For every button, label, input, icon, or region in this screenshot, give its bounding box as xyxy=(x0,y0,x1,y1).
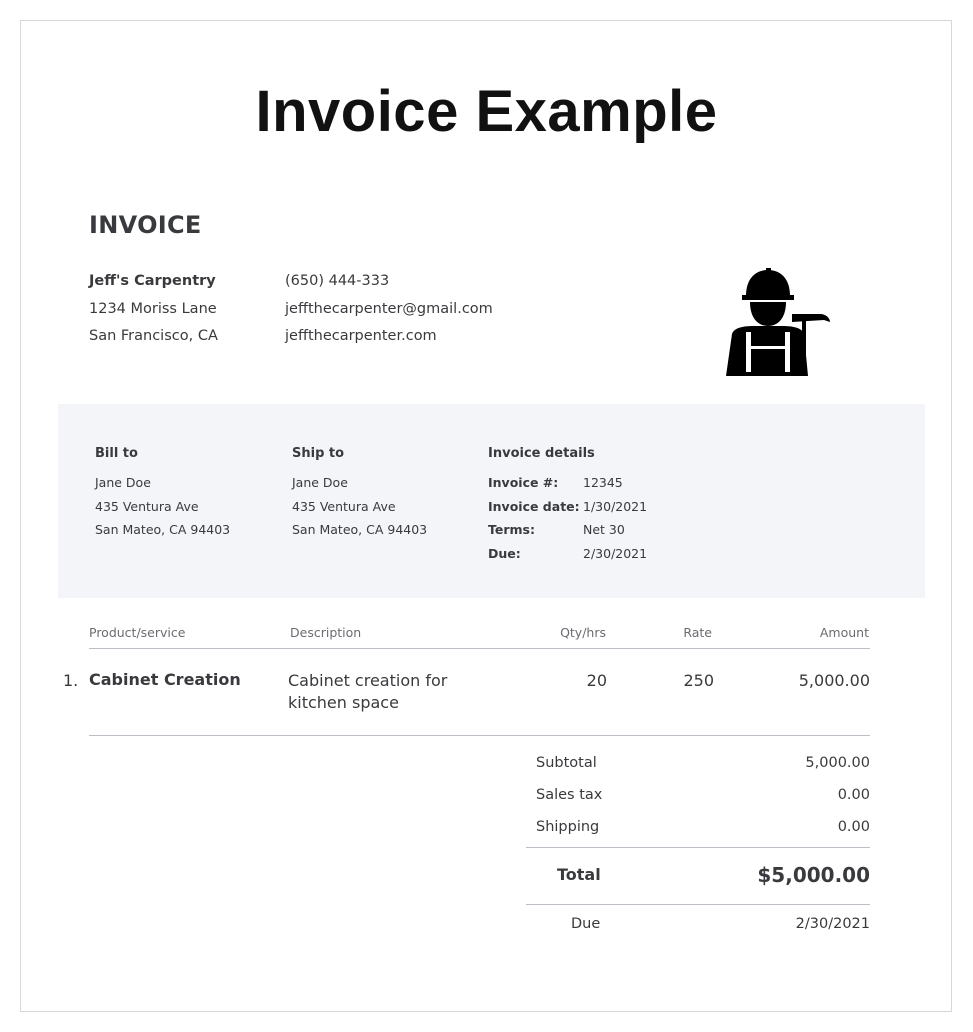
total-divider xyxy=(526,904,870,905)
shipping-label: Shipping xyxy=(536,819,600,835)
column-header-product: Product/service xyxy=(89,625,186,640)
invoice-date-label: Invoice date: xyxy=(488,498,580,514)
business-contact-block: (650) 444-333 jeffthecarpenter@gmail.com… xyxy=(285,268,493,351)
invoice-heading: INVOICE xyxy=(89,211,202,239)
business-address-block: Jeff's Carpentry 1234 Moriss Lane San Fr… xyxy=(89,268,218,351)
invoice-date-value: 1/30/2021 xyxy=(583,498,648,514)
business-address-line1: 1234 Moriss Lane xyxy=(89,300,217,317)
subtotal-value: 5,000.00 xyxy=(805,755,870,771)
line-item-product: Cabinet Creation xyxy=(89,670,241,689)
invoice-number-value: 12345 xyxy=(583,475,623,490)
shipping-value: 0.00 xyxy=(837,819,870,835)
business-name: Jeff's Carpentry xyxy=(89,273,216,289)
summary-due-value: 2/30/2021 xyxy=(795,916,870,932)
business-phone: (650) 444-333 xyxy=(285,273,390,289)
invoice-number-label: Invoice #: xyxy=(488,475,559,490)
column-header-description: Description xyxy=(290,625,362,640)
bill-to-block: Bill to Jane Doe 435 Ventura Ave San Mat… xyxy=(95,446,230,542)
page-title: Invoice Example xyxy=(255,79,718,144)
subtotal-label: Subtotal xyxy=(536,755,597,771)
line-item-qty: 20 xyxy=(586,671,607,690)
header-divider xyxy=(89,648,870,649)
sales-tax-label: Sales tax xyxy=(536,787,603,803)
column-header-rate: Rate xyxy=(683,625,712,640)
invoice-details-heading: Invoice details xyxy=(488,446,595,461)
carpenter-worker-icon xyxy=(726,268,830,376)
items-divider xyxy=(89,735,870,736)
terms-row: Terms: Net 30 xyxy=(488,518,647,542)
business-address-line2: San Francisco, CA xyxy=(89,328,218,344)
bill-to-name: Jane Doe xyxy=(95,475,151,490)
column-header-qty: Qty/hrs xyxy=(560,625,606,640)
bill-to-heading: Bill to xyxy=(95,446,138,461)
total-label: Total xyxy=(557,865,601,884)
invoice-number-row: Invoice #: 12345 xyxy=(488,471,647,495)
business-website: jeffthecarpenter.com xyxy=(285,328,437,344)
bill-to-address-line2: San Mateo, CA 94403 xyxy=(95,522,231,537)
ship-to-address-line1: 435 Ventura Ave xyxy=(292,498,396,514)
total-value: $5,000.00 xyxy=(757,863,870,887)
terms-label: Terms: xyxy=(488,522,535,537)
line-item-amount: 5,000.00 xyxy=(798,671,870,690)
column-header-amount: Amount xyxy=(819,625,869,640)
due-value: 2/30/2021 xyxy=(583,545,648,561)
due-row: Due: 2/30/2021 xyxy=(488,542,647,566)
ship-to-name: Jane Doe xyxy=(292,475,348,490)
invoice-date-row: Invoice date: 1/30/2021 xyxy=(488,495,647,519)
business-email: jeffthecarpenter@gmail.com xyxy=(285,300,493,317)
bill-to-address-line1: 435 Ventura Ave xyxy=(95,498,199,514)
line-item-description: Cabinet creation for kitchen space xyxy=(288,671,448,712)
due-label: Due: xyxy=(488,545,521,561)
terms-value: Net 30 xyxy=(583,522,625,537)
summary-due-label: Due xyxy=(571,916,601,932)
line-item-rate: 250 xyxy=(683,671,714,690)
billing-details-panel: Bill to Jane Doe 435 Ventura Ave San Mat… xyxy=(58,404,925,598)
ship-to-address-line2: San Mateo, CA 94403 xyxy=(292,522,428,537)
subtotal-divider xyxy=(526,847,870,848)
sales-tax-value: 0.00 xyxy=(837,787,870,803)
ship-to-heading: Ship to xyxy=(292,446,345,461)
ship-to-block: Ship to Jane Doe 435 Ventura Ave San Mat… xyxy=(292,446,427,542)
invoice-details-block: Invoice details Invoice #: 12345 Invoice… xyxy=(488,446,647,565)
line-item-number: 1. xyxy=(63,671,79,690)
